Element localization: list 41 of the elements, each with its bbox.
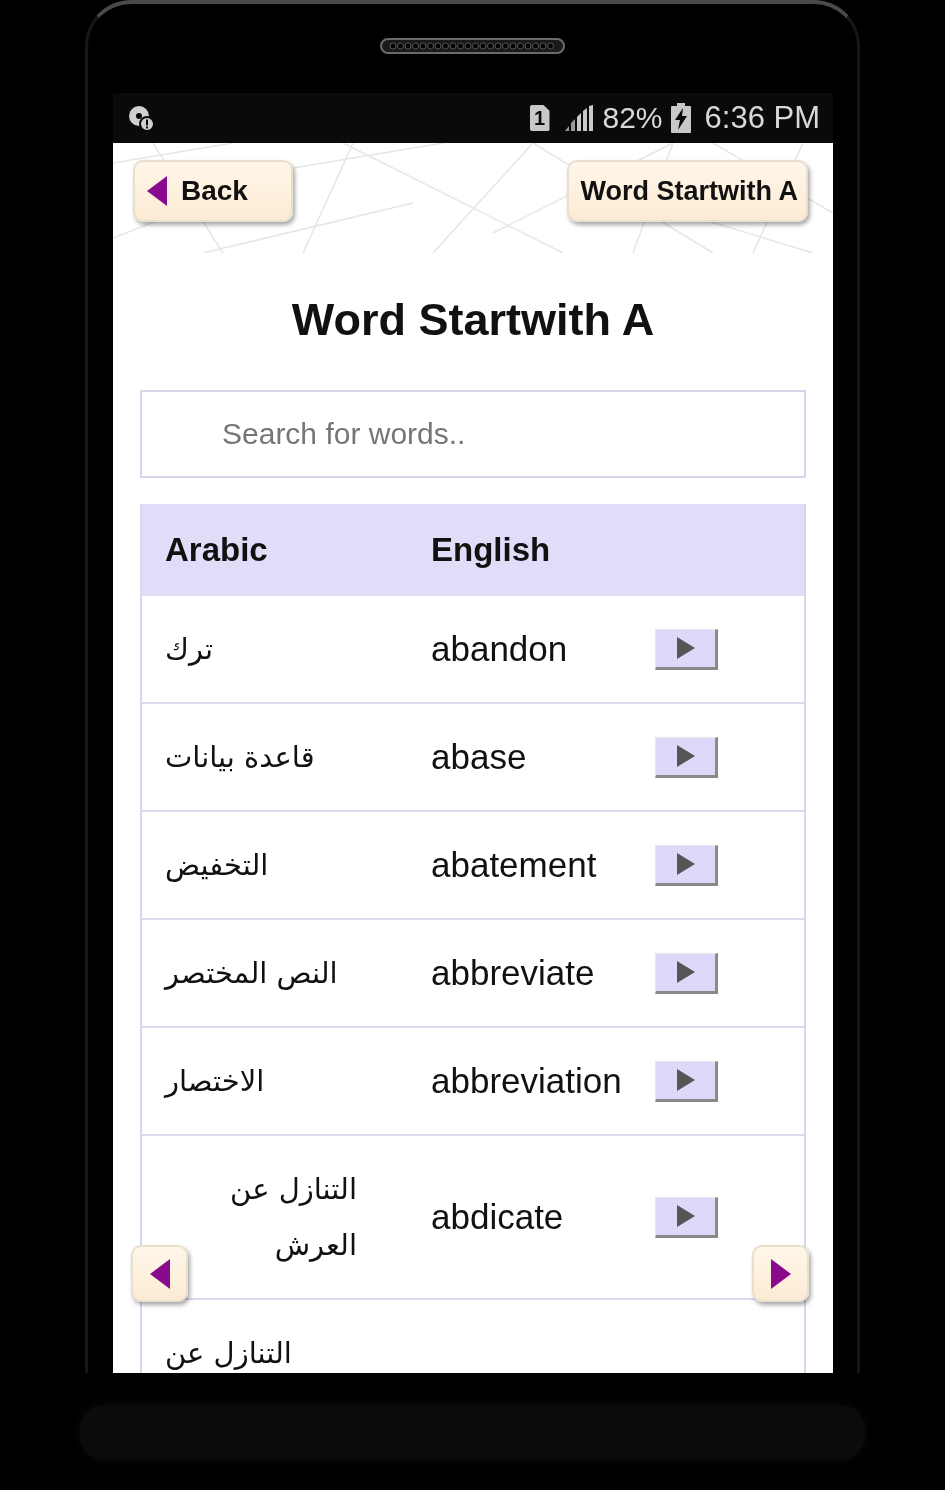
play-button[interactable] (655, 952, 718, 994)
english-word: abandon (431, 628, 568, 670)
play-icon (676, 1069, 695, 1091)
battery-percentage: 82% (602, 100, 663, 136)
play-button[interactable] (655, 844, 718, 886)
play-button[interactable] (655, 736, 718, 778)
arabic-word: التنازل عن العرش (229, 1171, 357, 1264)
arabic-word: قاعدة بيانات (165, 739, 315, 776)
arabic-word: الاختصار (165, 1063, 265, 1100)
play-icon (676, 961, 695, 983)
english-word: abdicate (431, 1196, 564, 1238)
next-page-button[interactable] (752, 1245, 809, 1302)
sim-indicator: 1 (529, 105, 550, 131)
play-button[interactable] (655, 1060, 718, 1102)
category-button[interactable]: Word Startwith A (566, 160, 808, 222)
play-icon (676, 1205, 695, 1227)
arabic-word: النص المختصر (165, 955, 338, 992)
page-heading: Word Startwith A (291, 293, 655, 347)
left-triangle-icon (149, 1258, 170, 1289)
signal-icon (564, 105, 593, 131)
status-time: 6:36 PM (704, 100, 820, 136)
arabic-word: ترك (165, 631, 213, 668)
play-button[interactable] (655, 1196, 718, 1238)
arabic-word: التنازل عن (165, 1335, 292, 1372)
play-icon (676, 745, 695, 767)
back-button[interactable]: Back (133, 160, 293, 222)
play-button[interactable] (655, 628, 718, 670)
english-word: abatement (431, 844, 597, 886)
previous-page-button[interactable] (131, 1245, 188, 1302)
play-icon (676, 637, 695, 659)
back-triangle-icon (147, 176, 167, 206)
notification-alert-icon (128, 105, 154, 131)
column-header: English (431, 531, 551, 569)
right-triangle-icon (770, 1258, 791, 1289)
play-icon (676, 853, 695, 875)
arabic-word: التخفيض (165, 847, 269, 884)
english-word: abase (431, 736, 527, 778)
english-word: abbreviation (431, 1060, 622, 1102)
english-word: abbreviate (431, 952, 595, 994)
search-field[interactable]: Search for words.. (140, 390, 806, 478)
column-header: Arabic (165, 531, 268, 569)
